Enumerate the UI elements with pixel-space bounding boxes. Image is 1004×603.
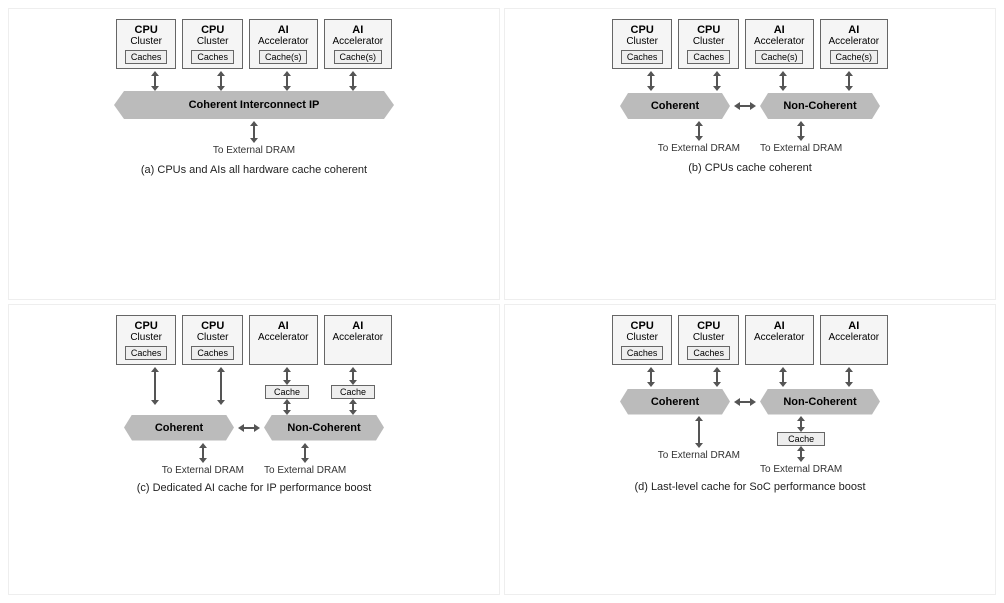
- diagram-b: CPU Cluster Caches CPU Cluster Caches AI…: [504, 8, 996, 300]
- d-cache-box: Cache: [777, 432, 825, 446]
- d-dram-right: To External DRAM: [760, 464, 842, 475]
- b-cpu-cluster-2: CPU Cluster Caches: [678, 19, 739, 69]
- cpu-sub-2: Cluster: [197, 36, 229, 47]
- cpu-sub: Cluster: [130, 36, 162, 47]
- caches-box: Caches: [125, 50, 168, 64]
- ai-sub-1: Accelerator: [258, 36, 309, 47]
- c-cache-box-1: Cache: [265, 385, 309, 399]
- c-dram-left: To External DRAM: [162, 465, 244, 476]
- b-dram-right: To External DRAM: [760, 143, 842, 154]
- d-cpu-cluster-1: CPU Cluster Caches: [612, 315, 673, 365]
- caption-b: (b) CPUs cache coherent: [688, 162, 812, 174]
- ai-title-1: AI: [278, 24, 289, 36]
- c-cache-box-2: Cache: [331, 385, 375, 399]
- b-dram-left: To External DRAM: [658, 143, 740, 154]
- c-ai-accel-2: AI Accelerator: [324, 315, 393, 365]
- cpu-title: CPU: [135, 24, 158, 36]
- c-non-coherent-banner: Non-Coherent: [264, 415, 384, 441]
- c-ai-accel-1: AI Accelerator: [249, 315, 318, 365]
- d-ai-accel-1: AI Accelerator: [745, 315, 814, 365]
- b-coherent-banner: Coherent: [620, 93, 730, 119]
- caption-c: (c) Dedicated AI cache for IP performanc…: [137, 482, 372, 494]
- dram-label-a: To External DRAM: [213, 145, 295, 156]
- d-cpu-cluster-2: CPU Cluster Caches: [678, 315, 739, 365]
- c-cpu-cluster-2: CPU Cluster Caches: [182, 315, 243, 365]
- ai-accel-2: AI Accelerator Cache(s): [324, 19, 393, 69]
- b-ai-accel-2: AI Accelerator Cache(s): [820, 19, 889, 69]
- d-dram-left: To External DRAM: [658, 450, 740, 461]
- c-coherent-banner: Coherent: [124, 415, 234, 441]
- coherent-interconnect-ip-banner: Coherent Interconnect IP: [114, 91, 394, 119]
- diagram-c: CPU Cluster Caches CPU Cluster Caches AI…: [8, 304, 500, 596]
- ai-sub-2: Accelerator: [333, 36, 384, 47]
- cpu-title-2: CPU: [201, 24, 224, 36]
- caches-box-2: Caches: [191, 50, 234, 64]
- c-dram-right: To External DRAM: [264, 465, 346, 476]
- b-ai-accel-1: AI Accelerator Cache(s): [745, 19, 814, 69]
- cpu-cluster-1: CPU Cluster Caches: [116, 19, 177, 69]
- cache-s-box-2: Cache(s): [334, 50, 383, 64]
- b-cpu-cluster-1: CPU Cluster Caches: [612, 19, 673, 69]
- caption-a: (a) CPUs and AIs all hardware cache cohe…: [141, 164, 367, 176]
- ai-title-2: AI: [352, 24, 363, 36]
- d-coherent-banner: Coherent: [620, 389, 730, 415]
- caption-d: (d) Last-level cache for SoC performance…: [634, 481, 865, 493]
- b-non-coherent-banner: Non-Coherent: [760, 93, 880, 119]
- diagram-d: CPU Cluster Caches CPU Cluster Caches AI…: [504, 304, 996, 596]
- c-cpu-cluster-1: CPU Cluster Caches: [116, 315, 177, 365]
- d-ai-accel-2: AI Accelerator: [820, 315, 889, 365]
- diagram-a: CPU Cluster Caches CPU Cluster Caches AI…: [8, 8, 500, 300]
- cpu-cluster-2: CPU Cluster Caches: [182, 19, 243, 69]
- ai-accel-1: AI Accelerator Cache(s): [249, 19, 318, 69]
- cache-s-box-1: Cache(s): [259, 50, 308, 64]
- d-non-coherent-banner: Non-Coherent: [760, 389, 880, 415]
